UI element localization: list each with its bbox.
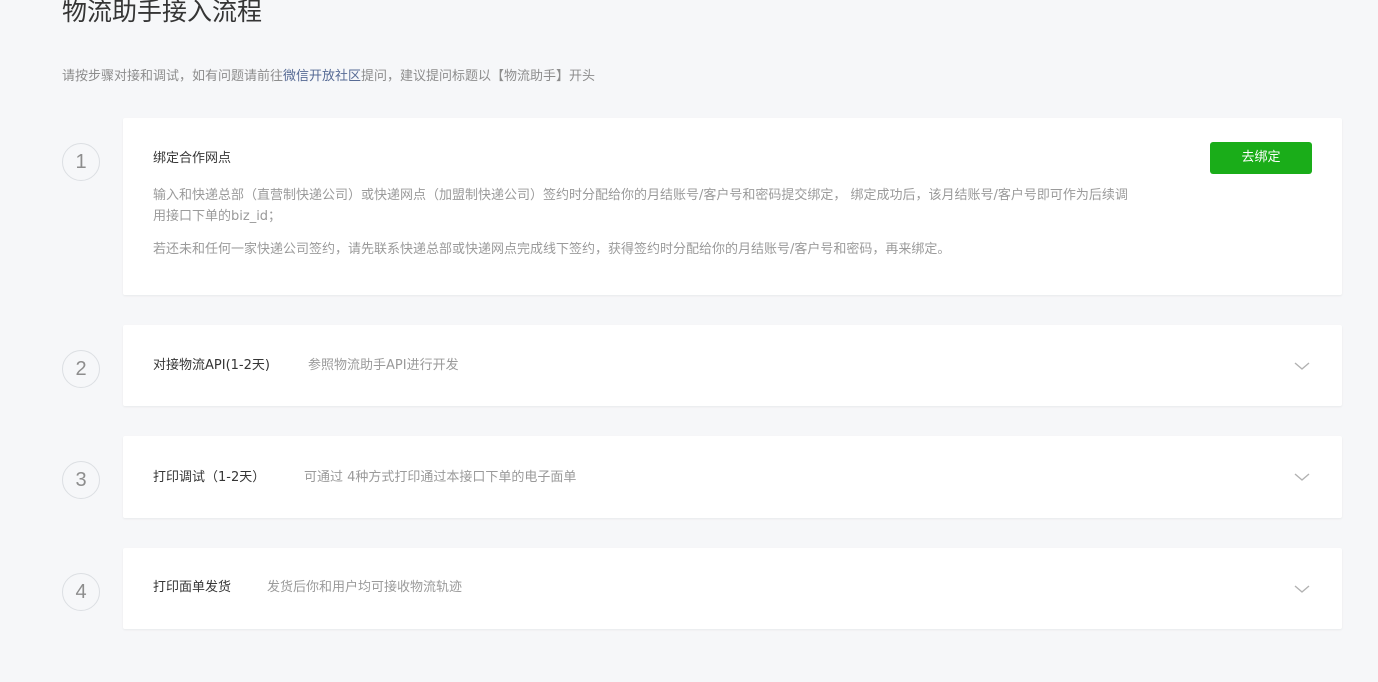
intro-text-after: 提问，建议提问标题以【物流助手】开头 xyxy=(361,69,596,84)
step-title-bind: 绑定合作网点 xyxy=(153,151,232,166)
bind-button[interactable]: 去绑定 xyxy=(1210,142,1312,174)
step-number-3: 3 xyxy=(62,461,100,499)
step-title-api: 对接物流API(1-2天) xyxy=(153,358,270,373)
step-desc-ship: 发货后你和用户均可接收物流轨迹 xyxy=(267,580,463,595)
step-card-print-debug[interactable]: 打印调试（1-2天） 可通过 4种方式打印通过本接口下单的电子面单 xyxy=(123,436,1342,518)
chevron-down-icon[interactable] xyxy=(1292,579,1312,599)
step-card-api[interactable]: 对接物流API(1-2天) 参照物流助手API进行开发 xyxy=(123,325,1342,406)
step-title-print-debug: 打印调试（1-2天） xyxy=(153,470,266,485)
step-desc-print-debug: 可通过 4种方式打印通过本接口下单的电子面单 xyxy=(304,470,577,485)
intro-text-before: 请按步骤对接和调试，如有问题请前往 xyxy=(62,69,284,84)
intro-text: 请按步骤对接和调试，如有问题请前往微信开放社区提问，建议提问标题以【物流助手】开… xyxy=(62,66,595,88)
step-desc-bind-2: 若还未和任何一家快递公司签约，请先联系快递总部或快递网点完成线下签约，获得签约时… xyxy=(153,242,951,257)
step-number-2: 2 xyxy=(62,350,100,388)
page-title: 物流助手接入流程 xyxy=(62,0,263,26)
chevron-down-icon[interactable] xyxy=(1292,356,1312,376)
community-link[interactable]: 微信开放社区 xyxy=(283,69,361,84)
step-number-1: 1 xyxy=(62,143,100,181)
step-card-bind: 绑定合作网点 去绑定 输入和快递总部（直营制快递公司）或快递网点（加盟制快递公司… xyxy=(123,118,1342,295)
step-desc-bind-1: 输入和快递总部（直营制快递公司）或快递网点（加盟制快递公司）签约时分配给你的月结… xyxy=(153,188,1128,224)
chevron-down-icon[interactable] xyxy=(1292,467,1312,487)
step-title-ship: 打印面单发货 xyxy=(153,580,232,595)
step-card-ship[interactable]: 打印面单发货 发货后你和用户均可接收物流轨迹 xyxy=(123,548,1342,629)
step-desc-api: 参照物流助手API进行开发 xyxy=(308,358,459,373)
step-number-4: 4 xyxy=(62,573,100,611)
